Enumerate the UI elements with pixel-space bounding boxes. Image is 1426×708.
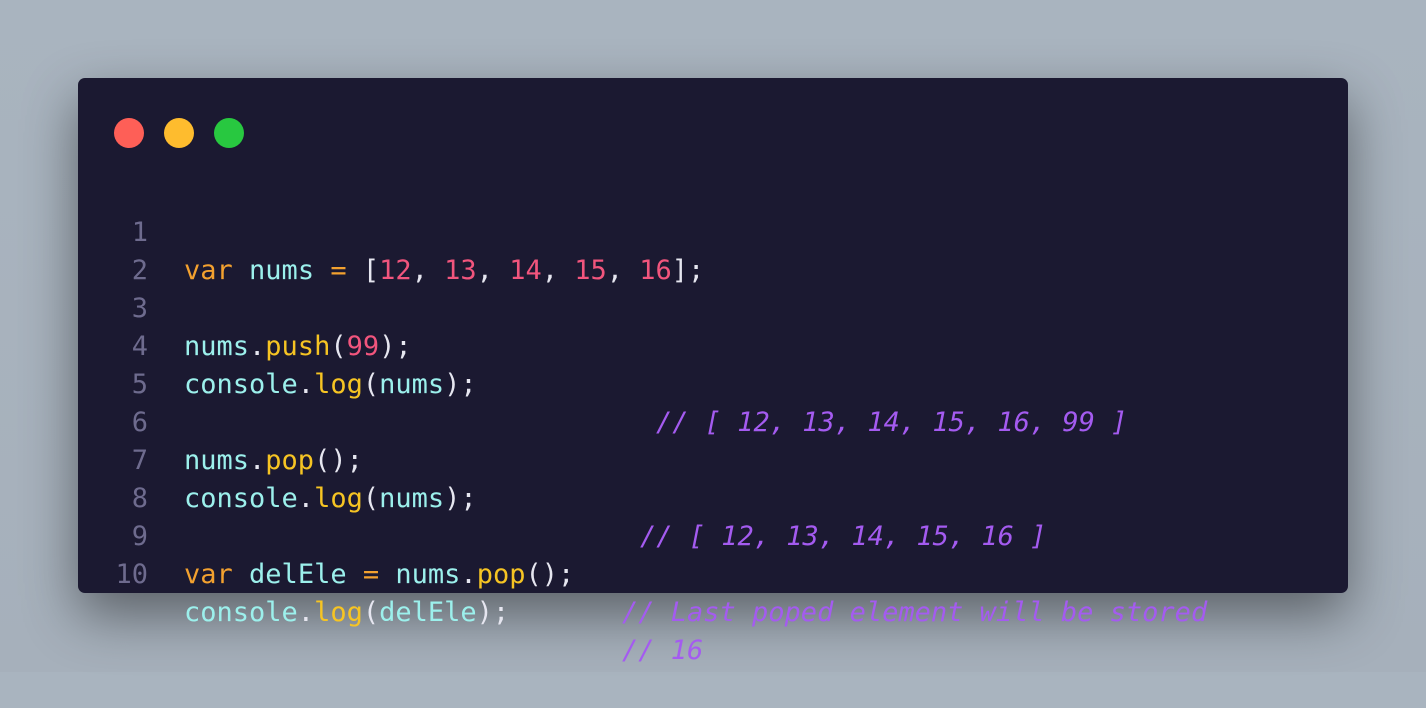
code-line: 6 nums.pop();: [78, 366, 1348, 476]
maximize-dot-icon[interactable]: [214, 118, 244, 148]
code-window: 1 var nums = [12, 13, 14, 15, 16]; 2 3 n…: [78, 78, 1348, 666]
code-token: log: [314, 597, 363, 628]
code-token: .: [460, 559, 477, 590]
code-token: console: [184, 597, 298, 628]
code-comment: // 16: [622, 635, 704, 666]
code-token: pop: [476, 559, 526, 590]
code-token: var: [184, 559, 233, 590]
code-comment: // Last poped element will be stored: [622, 597, 1208, 628]
code-token: (: [362, 597, 380, 628]
code-source: var delEle = nums.pop();: [184, 556, 574, 594]
minimize-dot-icon[interactable]: [164, 118, 194, 148]
code-token: .: [297, 597, 315, 628]
line-number: 10: [115, 559, 148, 590]
code-token: );: [476, 597, 510, 628]
code-line: 10 console.log(delEle); // 16: [78, 518, 1348, 666]
code-line: 5: [78, 328, 1348, 400]
close-dot-icon[interactable]: [114, 118, 144, 148]
code-token: ();: [525, 559, 575, 590]
code-token: =: [362, 559, 380, 590]
window-controls: [114, 118, 244, 148]
code-token: delEle: [379, 597, 477, 628]
code-line: 8: [78, 442, 1348, 514]
code-line: 4 console.log(nums); // [ 12, 13, 14, 15…: [78, 290, 1348, 438]
code-line: 9 var delEle = nums.pop(); // Last poped…: [78, 480, 1348, 628]
code-line: 2: [78, 214, 1348, 286]
code-line: 7 console.log(nums); // [ 12, 13, 14, 15…: [78, 404, 1348, 552]
code-line: 3 nums.push(99);: [78, 252, 1348, 362]
code-token: nums: [395, 559, 461, 590]
code-source: console.log(delEle);: [184, 594, 509, 632]
code-editor: 1 var nums = [12, 13, 14, 15, 16]; 2 3 n…: [78, 176, 1348, 666]
code-token: delEle: [249, 559, 347, 590]
code-line: 1 var nums = [12, 13, 14, 15, 16];: [78, 176, 1348, 286]
